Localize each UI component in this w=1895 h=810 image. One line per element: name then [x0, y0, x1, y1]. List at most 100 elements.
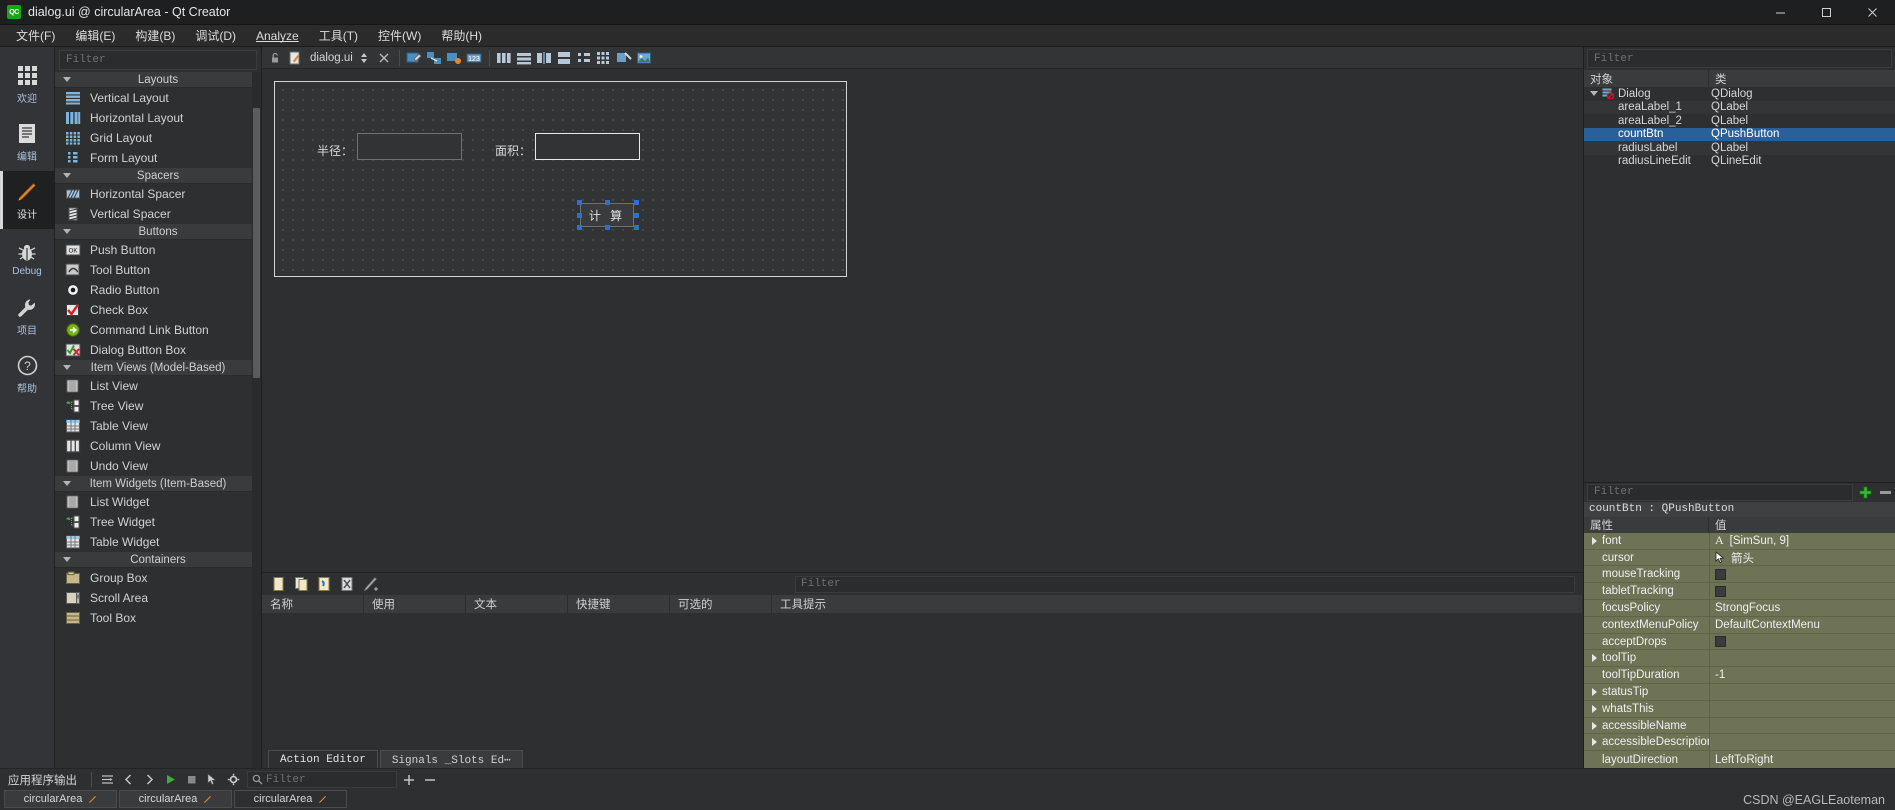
- property-row-accessiblename[interactable]: accessibleName: [1584, 717, 1895, 735]
- property-value[interactable]: [1709, 684, 1895, 700]
- resize-handle-mr[interactable]: [634, 213, 639, 218]
- layout-vertical-icon[interactable]: [516, 49, 533, 66]
- property-row-mousetracking[interactable]: mouseTracking: [1584, 566, 1895, 584]
- property-filter-input[interactable]: Filter: [1587, 483, 1853, 501]
- layout-form-icon[interactable]: [576, 49, 593, 66]
- plus-icon[interactable]: [1855, 483, 1875, 502]
- property-row-acceptdrops[interactable]: acceptDrops: [1584, 633, 1895, 651]
- acceptdrops-checkbox[interactable]: [1715, 636, 1726, 648]
- mode-projects[interactable]: 项目: [0, 287, 55, 345]
- object-col-object[interactable]: 对象: [1584, 70, 1709, 87]
- menu-debug[interactable]: 调试(D): [185, 24, 246, 47]
- widget-item-list-widget[interactable]: List Widget: [55, 492, 261, 512]
- property-row-statustip[interactable]: statusTip: [1584, 684, 1895, 701]
- action-col-text[interactable]: 文本: [466, 595, 568, 613]
- split-icon[interactable]: [356, 49, 373, 66]
- form-calculate-button[interactable]: 计 算: [580, 203, 634, 227]
- widget-box-scrollbar[interactable]: [252, 72, 261, 768]
- property-col-value[interactable]: 值: [1709, 517, 1895, 533]
- property-row-cursor[interactable]: cursor 箭头: [1584, 549, 1895, 567]
- form-radius-label[interactable]: 半径：: [317, 142, 353, 159]
- mode-help[interactable]: ? 帮助: [0, 345, 55, 403]
- form-dialog-widget[interactable]: 半径： 面积： 计 算: [274, 81, 847, 277]
- stop-icon[interactable]: [182, 771, 200, 789]
- project-tab-2[interactable]: circularArea: [119, 790, 232, 808]
- property-row-font[interactable]: font A [SimSun, 9]: [1584, 532, 1895, 550]
- property-value[interactable]: -1: [1709, 667, 1895, 684]
- mode-debug[interactable]: Debug: [0, 229, 55, 287]
- property-row-tablettracking[interactable]: tabletTracking: [1584, 583, 1895, 601]
- property-row-tooltip[interactable]: toolTip: [1584, 650, 1895, 668]
- delete-action-icon[interactable]: [339, 576, 356, 593]
- widget-item-dialog-button-box[interactable]: Dialog Button Box: [55, 340, 261, 360]
- paste-action-icon[interactable]: [316, 576, 333, 593]
- run-icon[interactable]: [161, 771, 179, 789]
- widget-item-tree-widget[interactable]: Tree Widget: [55, 512, 261, 532]
- form-radius-lineedit[interactable]: [357, 133, 462, 160]
- widget-item-horizontal-layout[interactable]: Horizontal Layout: [55, 108, 261, 128]
- widget-box-filter-input[interactable]: Filter: [59, 50, 257, 70]
- edit-signals-icon[interactable]: [426, 49, 443, 66]
- action-col-used[interactable]: 使用: [364, 595, 466, 613]
- property-value[interactable]: [1709, 566, 1895, 583]
- resize-handle-ml[interactable]: [577, 213, 582, 218]
- object-row-radiuslabel[interactable]: radiusLabel QLabel: [1584, 141, 1895, 155]
- widget-item-grid-layout[interactable]: Grid Layout: [55, 128, 261, 148]
- mode-edit[interactable]: 编辑: [0, 113, 55, 171]
- maximize-icon[interactable]: [1803, 0, 1849, 25]
- menu-edit[interactable]: 编辑(E): [65, 24, 125, 47]
- widget-item-vertical-layout[interactable]: Vertical Layout: [55, 88, 261, 108]
- edit-tab-order-icon[interactable]: 123: [466, 49, 483, 66]
- property-value[interactable]: [1709, 650, 1895, 667]
- widget-item-horizontal-spacer[interactable]: Horizontal Spacer: [55, 184, 261, 204]
- layout-splitter-v-icon[interactable]: [556, 49, 573, 66]
- object-row-arealabel-2[interactable]: areaLabel_2 QLabel: [1584, 114, 1895, 128]
- chevron-down-icon[interactable]: [1590, 91, 1598, 97]
- object-col-class[interactable]: 类: [1709, 70, 1895, 87]
- property-value[interactable]: A [SimSun, 9]: [1709, 532, 1895, 549]
- widget-item-tool-button[interactable]: Tool Button: [55, 260, 261, 280]
- minus-icon[interactable]: [421, 771, 439, 789]
- next-icon[interactable]: [140, 771, 158, 789]
- adjust-size-icon[interactable]: [636, 49, 653, 66]
- property-col-name[interactable]: 属性: [1584, 516, 1709, 533]
- widget-item-scroll-area[interactable]: Scroll Area: [55, 588, 261, 608]
- widget-item-undo-view[interactable]: Undo View: [55, 456, 261, 476]
- resize-handle-tc[interactable]: [605, 200, 610, 205]
- action-col-checkable[interactable]: 可选的: [670, 595, 772, 613]
- property-value[interactable]: StrongFocus: [1709, 600, 1895, 616]
- property-value[interactable]: 箭头: [1709, 549, 1895, 566]
- edit-buddies-icon[interactable]: [446, 49, 463, 66]
- widget-category-buttons[interactable]: Buttons: [55, 224, 261, 240]
- widget-item-tool-box[interactable]: Tool Box: [55, 608, 261, 628]
- widget-category-spacers[interactable]: Spacers: [55, 168, 261, 184]
- minus-icon[interactable]: [1875, 483, 1895, 502]
- property-row-accessibledescription[interactable]: accessibleDescription: [1584, 734, 1895, 752]
- property-row-layoutdirection[interactable]: layoutDirection LeftToRight: [1584, 751, 1895, 768]
- widget-item-column-view[interactable]: Column View: [55, 436, 261, 456]
- property-row-whatsthis[interactable]: whatsThis: [1584, 700, 1895, 718]
- property-row-tooltipduration[interactable]: toolTipDuration -1: [1584, 667, 1895, 685]
- object-row-arealabel-1[interactable]: areaLabel_1 QLabel: [1584, 100, 1895, 114]
- property-value[interactable]: [1709, 717, 1895, 734]
- form-area-label[interactable]: 面积：: [495, 142, 531, 159]
- break-layout-icon[interactable]: [616, 49, 633, 66]
- widget-item-group-box[interactable]: Group Box: [55, 568, 261, 588]
- mousetracking-checkbox[interactable]: [1715, 568, 1726, 580]
- tablettracking-checkbox[interactable]: [1715, 585, 1726, 597]
- property-value[interactable]: LeftToRight: [1709, 751, 1895, 768]
- menu-analyze[interactable]: Analyze: [246, 26, 309, 46]
- action-editor-filter-input[interactable]: Filter: [795, 575, 1575, 593]
- widget-item-tree-view[interactable]: Tree View: [55, 396, 261, 416]
- close-icon[interactable]: [1849, 0, 1895, 25]
- form-area-lineedit[interactable]: [535, 133, 640, 160]
- widget-item-push-button[interactable]: OK Push Button: [55, 240, 261, 260]
- widget-category-item-widgets[interactable]: Item Widgets (Item-Based): [55, 476, 261, 492]
- menu-tools[interactable]: 工具(T): [309, 24, 368, 47]
- mode-welcome[interactable]: 欢迎: [0, 55, 55, 113]
- menu-build[interactable]: 构建(B): [125, 24, 185, 47]
- widget-item-check-box[interactable]: Check Box: [55, 300, 261, 320]
- menu-widgets[interactable]: 控件(W): [368, 24, 431, 47]
- widget-category-layouts[interactable]: Layouts: [55, 72, 261, 88]
- property-value[interactable]: [1709, 700, 1895, 717]
